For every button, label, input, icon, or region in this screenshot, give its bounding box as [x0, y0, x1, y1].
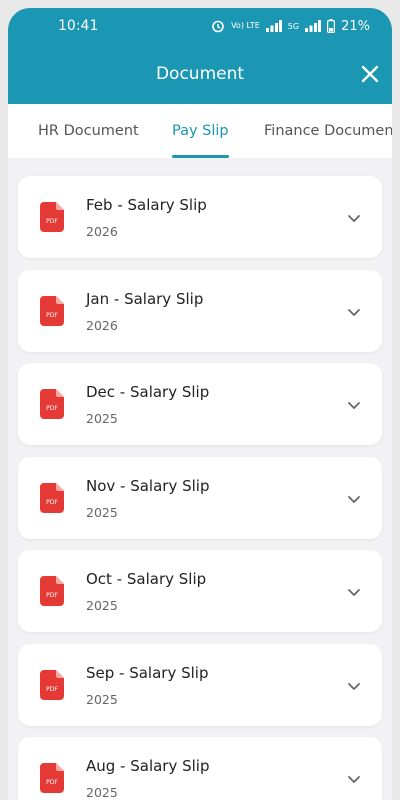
- tab-label: Pay Slip: [172, 123, 229, 139]
- alarm-icon: [211, 19, 225, 33]
- document-title: Feb - Salary Slip: [86, 196, 207, 214]
- list-item[interactable]: PDF Aug - Salary Slip 2025: [18, 737, 382, 800]
- list-item[interactable]: PDF Feb - Salary Slip 2026: [18, 176, 382, 258]
- chevron-down-icon[interactable]: [346, 397, 362, 413]
- pdf-icon: PDF: [40, 763, 64, 793]
- document-title: Sep - Salary Slip: [86, 663, 209, 682]
- phone-screen: 10:41 Vo) LTE 5G 21% Document HR Documen…: [8, 8, 392, 800]
- svg-text:PDF: PDF: [46, 218, 58, 225]
- document-title: Dec - Salary Slip: [86, 383, 210, 401]
- document-year: 2025: [86, 598, 118, 613]
- signal-icon: [265, 20, 282, 32]
- battery-icon: [327, 19, 336, 33]
- volte-icon: Vo) LTE: [231, 22, 260, 30]
- tab-pay-slip[interactable]: Pay Slip: [172, 104, 229, 158]
- document-title: Oct - Salary Slip: [86, 570, 207, 588]
- list-item[interactable]: PDF Jan - Salary Slip 2026: [18, 269, 382, 352]
- network-label: Vo) LTE: [231, 21, 260, 30]
- active-tab-indicator: [172, 155, 229, 158]
- document-year: 2025: [86, 691, 118, 707]
- chevron-down-icon[interactable]: [346, 584, 362, 600]
- document-year: 2025: [86, 411, 118, 426]
- svg-text:PDF: PDF: [46, 499, 58, 506]
- pdf-icon: PDF: [40, 576, 64, 606]
- document-year: 2025: [86, 504, 118, 520]
- svg-text:PDF: PDF: [46, 592, 58, 599]
- app-bar: Document: [8, 44, 392, 104]
- document-title: Aug - Salary Slip: [86, 757, 210, 775]
- svg-text:PDF: PDF: [46, 686, 58, 693]
- pdf-icon: PDF: [40, 669, 64, 700]
- tab-hr-document[interactable]: HR Document: [38, 104, 139, 158]
- list-item[interactable]: PDF Oct - Salary Slip 2025: [18, 550, 382, 632]
- pdf-icon: PDF: [40, 295, 64, 326]
- signal-label: 5G: [287, 21, 300, 31]
- chevron-down-icon[interactable]: [346, 304, 362, 320]
- page-title: Document: [155, 64, 245, 84]
- tab-label: Finance Documen: [264, 123, 392, 139]
- pdf-icon: PDF: [40, 482, 64, 513]
- svg-text:PDF: PDF: [46, 779, 58, 786]
- battery-percent: 21%: [341, 18, 370, 34]
- signal-icon-2: [305, 20, 322, 32]
- chevron-down-icon[interactable]: [346, 678, 362, 694]
- tab-label: HR Document: [38, 123, 139, 139]
- svg-text:PDF: PDF: [46, 312, 58, 319]
- document-year: 2026: [86, 224, 118, 239]
- chevron-down-icon[interactable]: [346, 210, 362, 226]
- status-bar: 10:41 Vo) LTE 5G 21%: [8, 8, 392, 44]
- list-item[interactable]: PDF Dec - Salary Slip 2025: [18, 363, 382, 445]
- document-year: 2025: [86, 785, 118, 800]
- list-item[interactable]: PDF Sep - Salary Slip 2025: [18, 643, 382, 726]
- close-icon[interactable]: [358, 62, 382, 86]
- list-item[interactable]: PDF Nov - Salary Slip 2025: [18, 456, 382, 539]
- tab-finance-document[interactable]: Finance Documen: [264, 104, 392, 158]
- document-year: 2026: [86, 317, 118, 333]
- signal-5g-icon: 5G: [288, 22, 299, 31]
- document-title: Jan - Salary Slip: [86, 289, 204, 308]
- status-icons: Vo) LTE 5G 21%: [211, 19, 370, 34]
- pdf-icon: PDF: [40, 202, 64, 232]
- status-time: 10:41: [58, 18, 99, 34]
- chevron-down-icon[interactable]: [346, 491, 362, 507]
- document-list: PDF Feb - Salary Slip 2026 PDF Jan - Sal…: [8, 158, 392, 800]
- svg-text:PDF: PDF: [46, 405, 58, 412]
- document-title: Nov - Salary Slip: [86, 476, 210, 495]
- pdf-icon: PDF: [40, 389, 64, 419]
- document-tabs: HR Document Pay Slip Finance Documen: [8, 104, 392, 158]
- chevron-down-icon[interactable]: [346, 771, 362, 787]
